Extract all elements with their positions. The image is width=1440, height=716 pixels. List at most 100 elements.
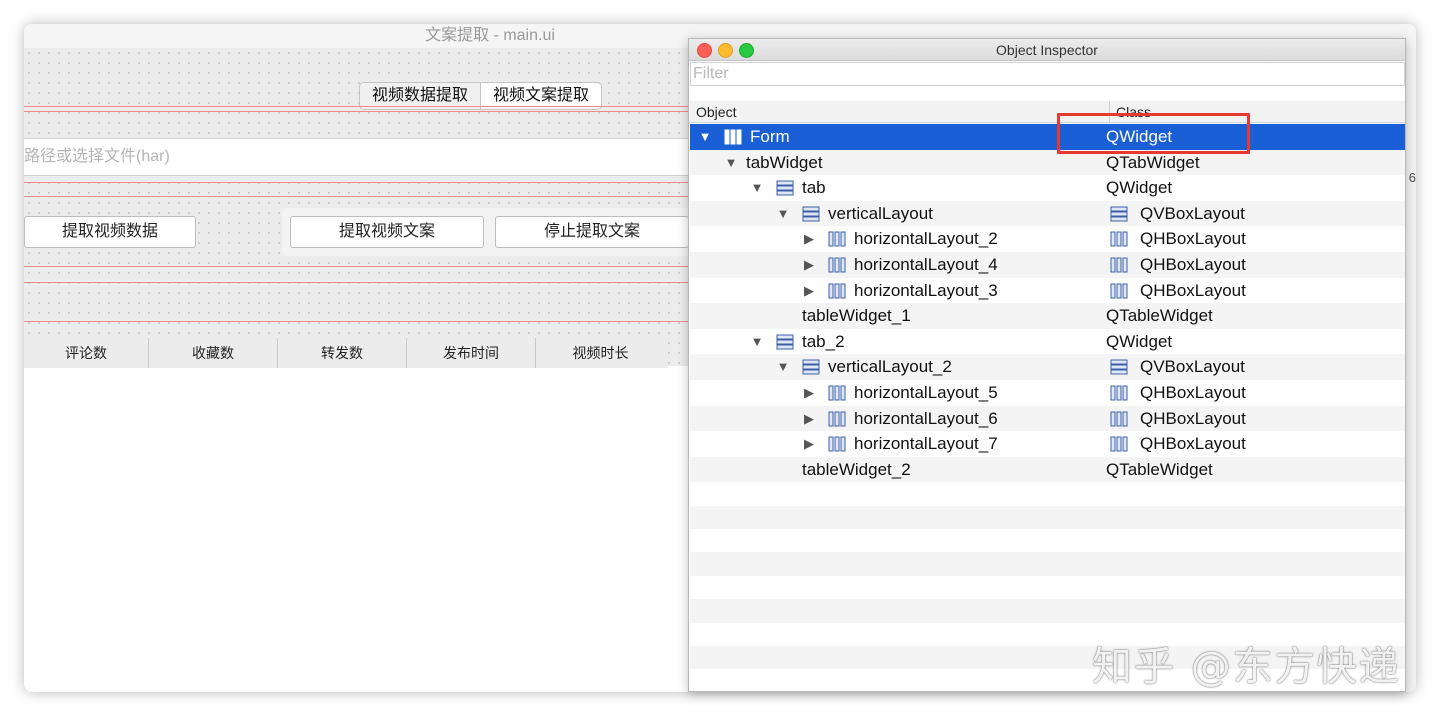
filter-input[interactable]: Filter [690,62,1405,86]
expand-right-icon[interactable]: ▶ [802,252,816,278]
object-name: Form [750,127,790,146]
horizontal-layout-icon [828,283,846,299]
object-name: horizontalLayout_4 [854,254,998,274]
column-header[interactable]: 转发数 [278,338,407,368]
object-tree: ▼ Form QWidget ▼ tabWidget QTabWidget ▼ tab QWid… [690,124,1405,691]
horizontal-layout-icon [1110,231,1128,247]
class-name: QVBoxLayout [1140,357,1245,377]
vertical-layout-icon [802,206,820,222]
tree-row-horizontalLayout_6[interactable]: ▶ horizontalLayout_6 QHBoxLayout [690,405,1405,432]
minimize-window-icon[interactable] [718,43,733,58]
column-header[interactable]: 评论数 [24,338,149,368]
expand-right-icon[interactable]: ▶ [802,226,816,252]
empty-tree-row [690,599,1405,623]
tree-column-header: Object Class [689,101,1405,123]
horizontal-layout-icon [828,411,846,427]
vertical-layout-icon [1110,359,1128,375]
watermark: 知乎 @东方快递 [1092,644,1401,690]
empty-tree-row [690,552,1405,576]
horizontal-layout-icon [1110,385,1128,401]
vertical-layout-icon [776,334,794,350]
class-name: QWidget [1106,178,1173,198]
stop-extract-copy-button[interactable]: 停止提取文案 [495,216,689,248]
class-name: QTableWidget [1106,459,1213,479]
empty-tree-row [690,529,1405,552]
maximize-window-icon[interactable] [739,43,754,58]
expand-down-icon[interactable]: ▼ [750,175,764,201]
annotation-highlight-box [1057,113,1250,154]
form-design-area: 视频数据提取 视频文案提取 路径或选择文件(har) 提取视频数据 提取视频文案… [24,48,704,368]
path-input[interactable]: 路径或选择文件(har) [24,138,704,176]
expand-down-icon[interactable]: ▼ [698,124,712,150]
tree-row-verticalLayout_2[interactable]: ▼ verticalLayout_2 QVBoxLayout [690,354,1405,380]
tree-row-verticalLayout[interactable]: ▼ verticalLayout QVBoxLayout [690,200,1405,227]
tree-row-Form[interactable]: ▼ Form QWidget [690,124,1405,150]
vertical-layout-icon [802,359,820,375]
object-name: tableWidget_1 [802,306,911,326]
expand-down-icon[interactable]: ▼ [724,150,738,176]
horizontal-layout-icon [1110,283,1128,299]
object-name: horizontalLayout_2 [854,229,998,249]
layout-guide-line [24,266,704,267]
column-header[interactable]: 发布时间 [407,338,536,368]
column-header[interactable]: 收藏数 [149,338,278,368]
close-window-icon[interactable] [697,43,712,58]
tree-row-tableWidget_2[interactable]: tableWidget_2 QTableWidget [690,456,1405,483]
expand-right-icon[interactable]: ▶ [802,278,816,304]
expand-down-icon[interactable]: ▼ [750,329,764,355]
expand-down-icon[interactable]: ▼ [776,201,790,227]
tree-row-horizontalLayout_2[interactable]: ▶ horizontalLayout_2 QHBoxLayout [690,226,1405,252]
tree-row-tab_2[interactable]: ▼ tab_2 QWidget [690,329,1405,355]
extract-video-data-button[interactable]: 提取视频数据 [24,216,196,248]
horizontal-layout-icon [828,436,846,452]
class-name: QHBoxLayout [1140,434,1246,454]
tree-row-horizontalLayout_7[interactable]: ▶ horizontalLayout_7 QHBoxLayout [690,431,1405,457]
class-name: QHBoxLayout [1140,254,1246,274]
tree-row-tabWidget[interactable]: ▼ tabWidget QTabWidget [690,149,1405,176]
tree-row-horizontalLayout_3[interactable]: ▶ horizontalLayout_3 QHBoxLayout [690,278,1405,304]
class-name: QWidget [1106,331,1173,351]
horizontal-layout-icon [1110,411,1128,427]
horizontal-layout-icon [828,231,846,247]
tree-row-tab[interactable]: ▼ tab QWidget [690,175,1405,201]
empty-tree-row [690,576,1405,599]
expand-right-icon[interactable]: ▶ [802,431,816,457]
class-name: QTableWidget [1106,306,1213,326]
expand-down-icon[interactable]: ▼ [776,354,790,380]
layout-guide-line [24,111,704,112]
extract-video-copy-button[interactable]: 提取视频文案 [290,216,484,248]
object-name: tabWidget [746,152,823,172]
empty-tree-row [690,505,1405,530]
column-header-object[interactable]: Object [696,101,736,123]
object-name: verticalLayout_2 [828,357,952,377]
class-name: QHBoxLayout [1140,408,1246,428]
layout-guide-line [24,321,704,322]
object-name: horizontalLayout_7 [854,434,998,454]
horizontal-layout-icon [828,257,846,273]
layout-guide-line [24,282,704,283]
vertical-layout-icon [1110,206,1128,222]
expand-right-icon[interactable]: ▶ [802,406,816,432]
object-name: horizontalLayout_6 [854,408,998,428]
class-name: QHBoxLayout [1140,229,1246,249]
horizontal-layout-icon [1110,436,1128,452]
vertical-layout-icon [776,180,794,196]
class-name: QVBoxLayout [1140,203,1245,223]
column-header[interactable]: 视频时长 [536,338,665,368]
table-header: 评论数 收藏数 转发数 发布时间 视频时长 [24,338,668,368]
layout-guide-line [24,196,704,197]
object-name: tableWidget_2 [802,459,911,479]
class-name: QHBoxLayout [1140,382,1246,402]
class-name: QHBoxLayout [1140,280,1246,300]
tree-row-horizontalLayout_5[interactable]: ▶ horizontalLayout_5 QHBoxLayout [690,380,1405,406]
object-inspector-window: Object Inspector Filter Object Class ▼ Fo… [688,38,1406,692]
object-name: tab_2 [802,331,845,351]
tree-row-tableWidget_1[interactable]: tableWidget_1 QTableWidget [690,303,1405,329]
tree-row-horizontalLayout_4[interactable]: ▶ horizontalLayout_4 QHBoxLayout [690,251,1405,278]
inspector-title: Object Inspector [996,42,1098,58]
layout-guide-line [24,182,704,183]
expand-right-icon[interactable]: ▶ [802,380,816,406]
object-name: horizontalLayout_5 [854,382,998,402]
horizontal-layout-icon [828,385,846,401]
object-name: horizontalLayout_3 [854,280,998,300]
